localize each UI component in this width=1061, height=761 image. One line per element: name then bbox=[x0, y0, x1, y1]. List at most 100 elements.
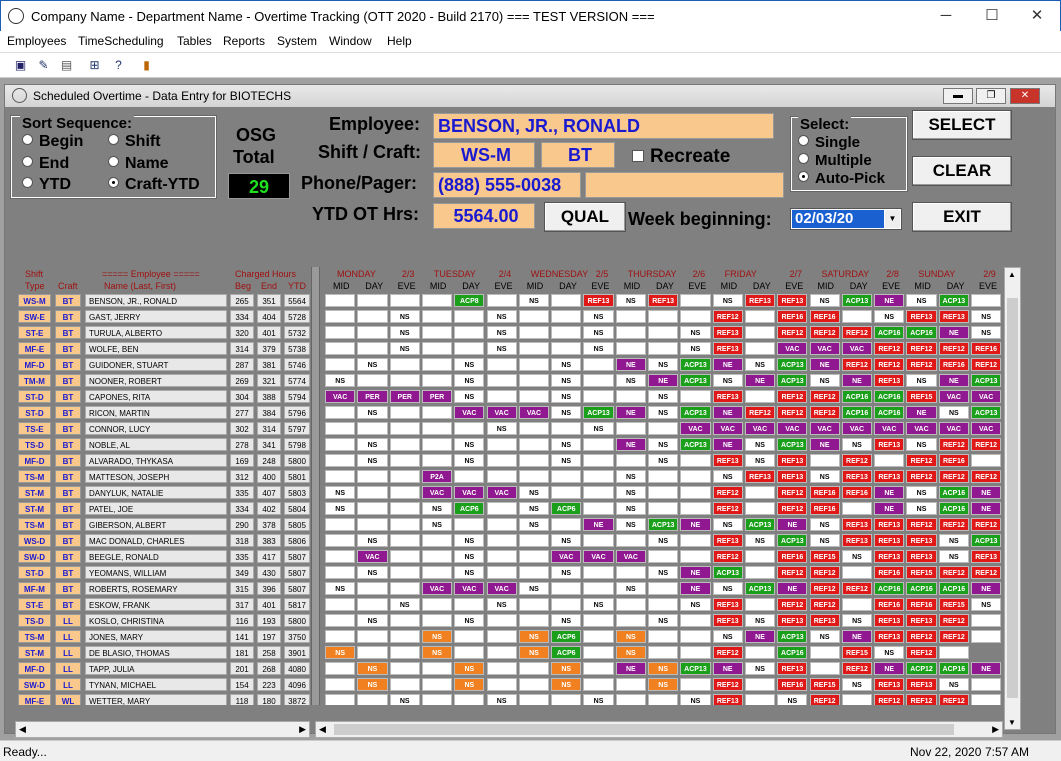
schedule-cell[interactable]: REF12 bbox=[906, 470, 937, 483]
select-single-radio[interactable]: Single bbox=[798, 134, 860, 151]
schedule-cell[interactable] bbox=[518, 326, 550, 339]
schedule-cell[interactable] bbox=[615, 534, 646, 547]
schedule-cell[interactable] bbox=[325, 614, 356, 627]
schedule-cell[interactable] bbox=[744, 342, 776, 355]
table-row[interactable]: MF-M BT ROBERTS, ROSEMARY 315 396 5807 NS VAC VA… bbox=[15, 581, 1021, 596]
schedule-cell[interactable] bbox=[325, 662, 356, 675]
employee-name-cell[interactable]: ALVARADO, THYKASA bbox=[85, 454, 227, 467]
schedule-cell[interactable] bbox=[583, 678, 614, 691]
chevron-down-icon[interactable]: ▼ bbox=[885, 210, 900, 228]
schedule-cell[interactable] bbox=[615, 694, 646, 705]
schedule-cell[interactable] bbox=[389, 486, 420, 499]
schedule-cell[interactable]: REF12 bbox=[906, 518, 937, 531]
employee-name-cell[interactable]: ROBERTS, ROSEMARY bbox=[85, 582, 227, 595]
schedule-cell[interactable]: ACP13 bbox=[680, 406, 711, 419]
schedule-cell[interactable]: REF12 bbox=[841, 326, 873, 339]
schedule-cell[interactable]: NS bbox=[325, 486, 356, 499]
schedule-cell[interactable]: REF12 bbox=[971, 518, 1002, 531]
schedule-cell[interactable]: ACP8 bbox=[454, 294, 485, 307]
schedule-cell[interactable] bbox=[421, 438, 453, 451]
schedule-cell[interactable]: NS bbox=[454, 534, 485, 547]
table-row[interactable]: MF-E BT WOLFE, BEN 314 379 5738 NS NS NS NS REF13 V… bbox=[15, 341, 1021, 356]
schedule-cell[interactable]: VAC bbox=[454, 582, 485, 595]
schedule-cell[interactable]: NS bbox=[357, 406, 388, 419]
schedule-cell[interactable]: NS bbox=[680, 598, 711, 611]
schedule-cell[interactable] bbox=[744, 390, 776, 403]
select-multiple-radio[interactable]: Multiple bbox=[798, 152, 872, 169]
schedule-cell[interactable] bbox=[389, 566, 420, 579]
schedule-cell[interactable]: NS bbox=[648, 678, 679, 691]
schedule-cell[interactable]: REF12 bbox=[809, 390, 840, 403]
schedule-cell[interactable] bbox=[615, 310, 646, 323]
schedule-cell[interactable]: VAC bbox=[357, 550, 388, 563]
schedule-cell[interactable]: NS bbox=[551, 662, 582, 675]
sort-begin-radio[interactable]: Begin bbox=[22, 133, 83, 151]
schedule-cell[interactable]: NS bbox=[744, 438, 776, 451]
schedule-cell[interactable]: NS bbox=[874, 646, 905, 659]
schedule-cell[interactable]: NS bbox=[648, 534, 679, 547]
schedule-cell[interactable]: REF12 bbox=[971, 438, 1002, 451]
schedule-cell[interactable] bbox=[421, 550, 453, 563]
schedule-cell[interactable] bbox=[357, 486, 388, 499]
schedule-cell[interactable]: NE bbox=[809, 358, 840, 371]
schedule-cell[interactable] bbox=[841, 694, 873, 705]
schedule-cell[interactable] bbox=[486, 550, 517, 563]
schedule-cell[interactable]: NS bbox=[583, 310, 614, 323]
schedule-cell[interactable] bbox=[583, 454, 614, 467]
schedule-cell[interactable]: REF12 bbox=[777, 486, 808, 499]
schedule-cell[interactable]: REF13 bbox=[712, 614, 743, 627]
employee-name-cell[interactable]: GIBERSON, ALBERT bbox=[85, 518, 227, 531]
schedule-cell[interactable]: REF12 bbox=[874, 358, 905, 371]
schedule-cell[interactable]: NS bbox=[454, 614, 485, 627]
schedule-cell[interactable] bbox=[518, 454, 550, 467]
schedule-cell[interactable] bbox=[357, 310, 388, 323]
schedule-cell[interactable]: NS bbox=[648, 566, 679, 579]
schedule-cell[interactable] bbox=[518, 342, 550, 355]
schedule-cell[interactable] bbox=[389, 438, 420, 451]
schedule-cell[interactable]: REF12 bbox=[809, 694, 840, 705]
schedule-cell[interactable]: NS bbox=[648, 406, 679, 419]
schedule-cell[interactable] bbox=[325, 294, 356, 307]
schedule-cell[interactable] bbox=[615, 566, 646, 579]
schedule-cell[interactable]: REF13 bbox=[874, 614, 905, 627]
schedule-cell[interactable] bbox=[680, 630, 711, 643]
schedule-cell[interactable]: NS bbox=[486, 326, 517, 339]
schedule-cell[interactable]: NS bbox=[583, 326, 614, 339]
schedule-cell[interactable] bbox=[583, 390, 614, 403]
schedule-cell[interactable]: NS bbox=[583, 694, 614, 705]
schedule-cell[interactable] bbox=[744, 310, 776, 323]
schedule-cell[interactable]: REF12 bbox=[874, 694, 905, 705]
schedule-cell[interactable]: VAC bbox=[615, 550, 646, 563]
schedule-cell[interactable]: NS bbox=[809, 534, 840, 547]
schedule-cell[interactable]: REF12 bbox=[809, 326, 840, 339]
schedule-cell[interactable]: REF16 bbox=[809, 502, 840, 515]
schedule-cell[interactable]: NE bbox=[841, 630, 873, 643]
schedule-cell[interactable]: REF12 bbox=[971, 566, 1002, 579]
schedule-cell[interactable] bbox=[357, 422, 388, 435]
schedule-cell[interactable]: VAC bbox=[938, 422, 969, 435]
schedule-cell[interactable]: REF16 bbox=[906, 598, 937, 611]
schedule-cell[interactable] bbox=[486, 678, 517, 691]
schedule-cell[interactable] bbox=[583, 582, 614, 595]
shift-field[interactable]: WS-M bbox=[433, 142, 535, 168]
schedule-cell[interactable] bbox=[680, 678, 711, 691]
employee-name-cell[interactable]: WOLFE, BEN bbox=[85, 342, 227, 355]
schedule-cell[interactable]: REF12 bbox=[777, 502, 808, 515]
schedule-cell[interactable] bbox=[325, 470, 356, 483]
schedule-cell[interactable]: NS bbox=[680, 326, 711, 339]
exit-button[interactable]: EXIT bbox=[912, 202, 1012, 232]
schedule-cell[interactable]: NS bbox=[906, 294, 937, 307]
schedule-cell[interactable] bbox=[518, 678, 550, 691]
schedule-cell[interactable]: VAC bbox=[841, 422, 873, 435]
schedule-cell[interactable] bbox=[518, 534, 550, 547]
schedule-cell[interactable]: ACP13 bbox=[680, 374, 711, 387]
schedule-cell[interactable] bbox=[615, 454, 646, 467]
schedule-cell[interactable]: NS bbox=[421, 518, 453, 531]
employee-name-cell[interactable]: TYNAN, MICHAEL bbox=[85, 678, 227, 691]
schedule-cell[interactable] bbox=[648, 326, 679, 339]
schedule-cell[interactable] bbox=[421, 422, 453, 435]
schedule-cell[interactable] bbox=[551, 470, 582, 483]
schedule-cell[interactable]: REF12 bbox=[938, 438, 969, 451]
schedule-cell[interactable]: NE bbox=[971, 662, 1002, 675]
schedule-cell[interactable] bbox=[389, 582, 420, 595]
